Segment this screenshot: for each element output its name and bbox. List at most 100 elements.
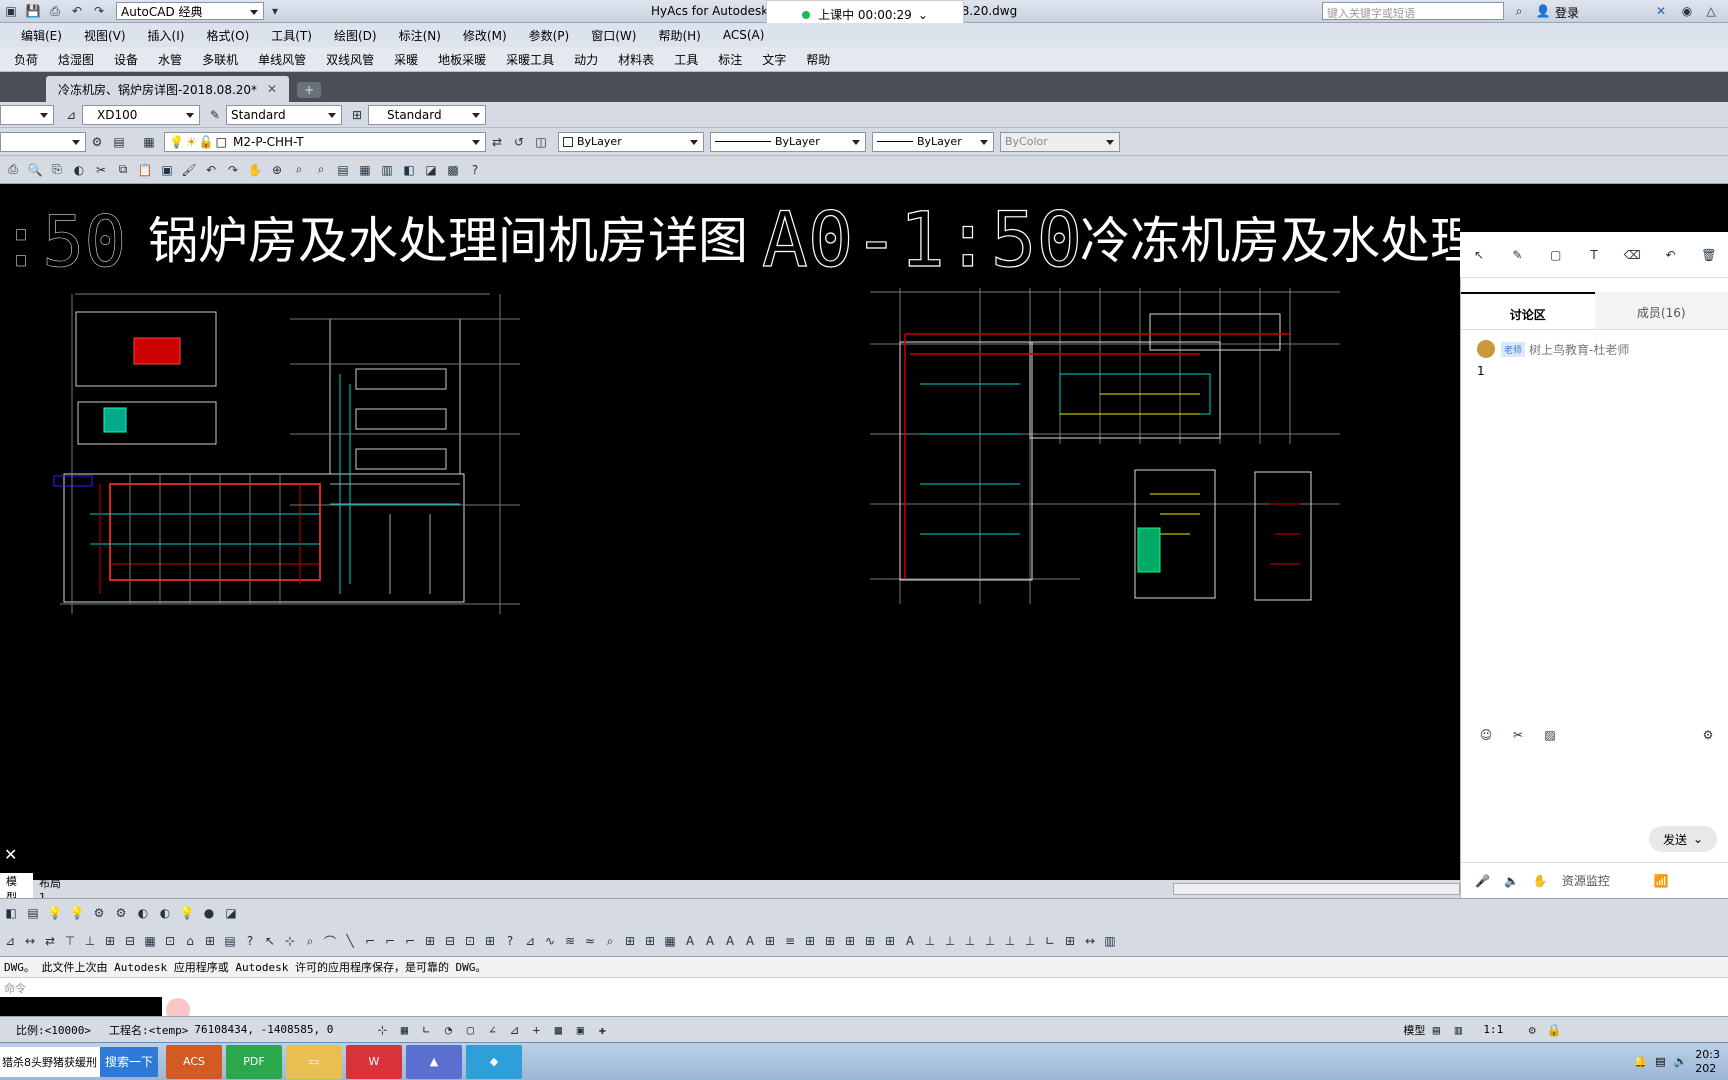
annotation-scale[interactable]: 1:1: [1483, 1023, 1503, 1036]
hyacs-menu-item[interactable]: 采暖工具: [496, 51, 564, 68]
notification-icon[interactable]: 🔔: [1633, 1055, 1647, 1068]
menu-item[interactable]: 参数(P): [518, 27, 581, 44]
paste-block-icon[interactable]: ▣: [158, 161, 176, 179]
hyacs-tool-icon[interactable]: ⌒: [322, 932, 338, 950]
print-icon[interactable]: ⎙: [46, 2, 64, 20]
hyacs-tool-icon[interactable]: ⇄: [42, 932, 58, 950]
layer-isolate-icon[interactable]: ◫: [532, 133, 550, 151]
hyacs-tool-icon[interactable]: ⊟: [442, 932, 458, 950]
acs-app-icon[interactable]: ACS: [166, 1044, 222, 1079]
quick-view-layouts-icon[interactable]: ▤: [1427, 1021, 1445, 1039]
layer-tool-icon[interactable]: 💡: [68, 904, 86, 922]
snap-icon[interactable]: ⊹: [373, 1021, 391, 1039]
hyacs-tool-icon[interactable]: ⊥: [982, 932, 998, 950]
hyacs-tool-icon[interactable]: ▥: [1102, 932, 1118, 950]
gear-icon[interactable]: ⚙: [88, 133, 106, 151]
layer-states-icon[interactable]: ▤: [110, 133, 128, 151]
layer-tool-icon[interactable]: ◐: [156, 904, 174, 922]
layer-tool-icon[interactable]: ◪: [222, 904, 240, 922]
ducs-icon[interactable]: ⊿: [505, 1021, 523, 1039]
hyacs-tool-icon[interactable]: ⊞: [842, 932, 858, 950]
layer-manager-icon[interactable]: ▦: [140, 133, 158, 151]
pdf-app-icon[interactable]: PDF: [226, 1044, 282, 1079]
menu-item[interactable]: 工具(T): [260, 27, 323, 44]
eraser-icon[interactable]: ⌫: [1623, 246, 1641, 264]
publish-icon[interactable]: ⎘: [48, 161, 66, 179]
hyacs-tool-icon[interactable]: ∿: [542, 932, 558, 950]
quick-access-dropdown-icon[interactable]: ▾: [266, 2, 284, 20]
hyacs-tool-icon[interactable]: A: [682, 932, 698, 950]
save-icon[interactable]: 💾: [24, 2, 42, 20]
hyacs-tool-icon[interactable]: ?: [502, 932, 518, 950]
hyacs-tool-icon[interactable]: ⊞: [882, 932, 898, 950]
wps-app-icon[interactable]: W: [346, 1044, 402, 1079]
hyacs-tool-icon[interactable]: ⊞: [622, 932, 638, 950]
close-tab-icon[interactable]: ✕: [267, 82, 277, 96]
taskbar-search-input[interactable]: 猎杀8头野猪获缓刑: [0, 1046, 100, 1077]
binoculars-icon[interactable]: ⌕: [1510, 2, 1528, 20]
hyacs-tool-icon[interactable]: A: [722, 932, 738, 950]
copy-icon[interactable]: ⧉: [114, 161, 132, 179]
hyacs-tool-icon[interactable]: ⊡: [462, 932, 478, 950]
hyacs-tool-icon[interactable]: ≡: [782, 932, 798, 950]
hyacs-tool-icon[interactable]: ⊥: [962, 932, 978, 950]
hyacs-tool-icon[interactable]: ⊞: [762, 932, 778, 950]
hyacs-menu-item[interactable]: 多联机: [192, 51, 248, 68]
lineweight-select[interactable]: ByLayer: [872, 131, 994, 152]
cursor-icon[interactable]: ↖: [1470, 246, 1488, 264]
menu-item[interactable]: 绘图(D): [323, 27, 388, 44]
taskbar-search-button[interactable]: 搜索一下: [100, 1046, 158, 1077]
hyacs-menu-item[interactable]: 单线风管: [248, 51, 316, 68]
app-menu-icon[interactable]: ▣: [2, 2, 20, 20]
hyacs-tool-icon[interactable]: ⊥: [1022, 932, 1038, 950]
hyacs-tool-icon[interactable]: ⌕: [302, 932, 318, 950]
layer-tool-icon[interactable]: ⚙: [90, 904, 108, 922]
hyacs-tool-icon[interactable]: ⊤: [62, 932, 78, 950]
preview-icon[interactable]: 🔍: [26, 161, 44, 179]
tablestyle-icon[interactable]: ⊞: [348, 106, 366, 124]
dyn-icon[interactable]: +: [527, 1021, 545, 1039]
hyacs-tool-icon[interactable]: ∟: [1042, 932, 1058, 950]
plotstyle-select[interactable]: ByColor: [1000, 131, 1120, 152]
design-center-icon[interactable]: ▦: [356, 161, 374, 179]
settings-icon[interactable]: ⚙: [1699, 726, 1717, 744]
properties-icon[interactable]: ▤: [334, 161, 352, 179]
image-icon[interactable]: ▨: [1541, 726, 1559, 744]
3d-dwf-icon[interactable]: ◐: [70, 161, 88, 179]
hyacs-tool-icon[interactable]: ⊞: [862, 932, 878, 950]
otrack-icon[interactable]: ∠: [483, 1021, 501, 1039]
clock[interactable]: 20:3 202: [1695, 1048, 1720, 1076]
hyacs-tool-icon[interactable]: ⊿: [2, 932, 18, 950]
zoom-realtime-icon[interactable]: ⊕: [268, 161, 286, 179]
menu-item[interactable]: ACS(A): [712, 28, 776, 42]
drawing-canvas[interactable]: :50 锅炉房及水处理间机房详图 A0-1:50 冷冻机房及水处理间机房详图: [0, 184, 1460, 880]
ortho-icon[interactable]: ∟: [417, 1021, 435, 1039]
pen-icon[interactable]: ✎: [1508, 246, 1526, 264]
hyacs-menu-item[interactable]: 工具: [664, 51, 708, 68]
file-explorer-icon[interactable]: ▭: [286, 1044, 342, 1079]
hyacs-menu-item[interactable]: 帮助: [796, 51, 840, 68]
autodesk360-icon[interactable]: ◉: [1678, 2, 1696, 20]
network-icon[interactable]: ▤: [1655, 1055, 1665, 1068]
classroom-app-icon[interactable]: ◆: [466, 1044, 522, 1079]
layer-tool-icon[interactable]: ▤: [24, 904, 42, 922]
hyacs-tool-icon[interactable]: ⊞: [1062, 932, 1078, 950]
hyacs-tool-icon[interactable]: ⌐: [402, 932, 418, 950]
menu-item[interactable]: 窗口(W): [580, 27, 647, 44]
dimstyle-icon[interactable]: ⊿: [62, 106, 80, 124]
hyacs-tool-icon[interactable]: ▤: [222, 932, 238, 950]
hyacs-tool-icon[interactable]: A: [742, 932, 758, 950]
document-tab[interactable]: 冷冻机房、锅炉房详图-2018.08.20* ✕: [46, 76, 290, 102]
hyacs-menu-item[interactable]: 采暖: [384, 51, 428, 68]
undo-icon[interactable]: ↶: [1662, 246, 1680, 264]
layer-tool-icon[interactable]: ⚙: [112, 904, 130, 922]
hyacs-tool-icon[interactable]: ⊞: [642, 932, 658, 950]
redo-icon[interactable]: ↷: [224, 161, 242, 179]
hyacs-menu-item[interactable]: 动力: [564, 51, 608, 68]
qp-icon[interactable]: ▣: [571, 1021, 589, 1039]
space-toggle[interactable]: 模型: [1403, 1022, 1425, 1038]
textstyle-select[interactable]: Standard: [226, 104, 342, 125]
text-icon[interactable]: T: [1585, 246, 1603, 264]
tab-members[interactable]: 成员(16): [1594, 292, 1728, 329]
menu-item[interactable]: 编辑(E): [10, 27, 73, 44]
